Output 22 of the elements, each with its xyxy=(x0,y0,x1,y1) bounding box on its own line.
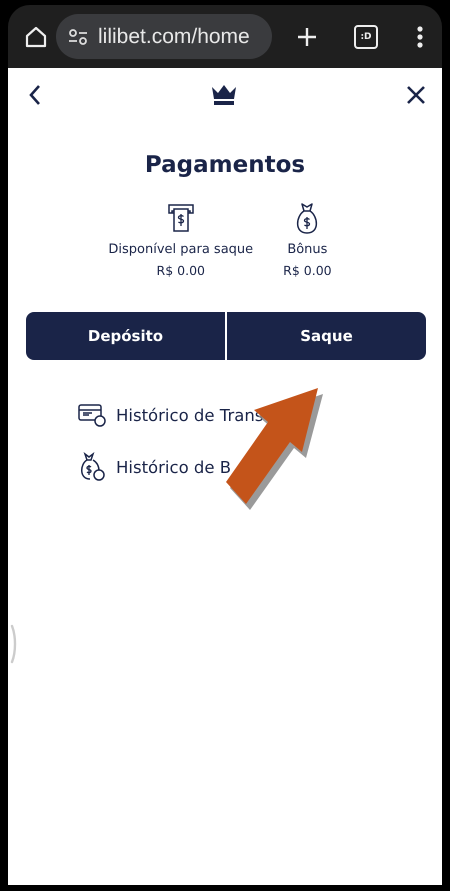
card-history-icon xyxy=(78,402,106,428)
page-title: Pagamentos xyxy=(144,152,306,178)
history-link[interactable]: Histórico de Trans xyxy=(116,406,264,424)
balance-label: Bônus xyxy=(287,242,328,257)
tab-switcher-button[interactable]: :D xyxy=(354,24,378,48)
crown-icon[interactable] xyxy=(211,84,237,106)
money-bag-icon xyxy=(78,452,106,482)
balance-amount: R$ 0.00 xyxy=(156,263,205,278)
payment-tab[interactable]: Depósito xyxy=(26,312,225,360)
balance-amount: R$ 0.00 xyxy=(283,263,332,278)
side-handle-icon[interactable] xyxy=(10,624,18,664)
site-settings-icon[interactable] xyxy=(68,28,88,46)
history-link[interactable]: Histórico de B xyxy=(116,458,232,476)
url-text: lilibet.com/home xyxy=(98,24,250,48)
home-icon[interactable] xyxy=(24,24,48,48)
close-icon[interactable] xyxy=(406,85,426,105)
balance-label: Disponível para saque xyxy=(108,242,254,257)
new-tab-icon[interactable] xyxy=(296,26,318,48)
address-bar[interactable]: lilibet.com/home xyxy=(56,14,272,59)
payment-tab[interactable]: Saque xyxy=(227,312,426,360)
back-icon[interactable] xyxy=(28,84,42,106)
menu-icon[interactable] xyxy=(416,24,424,48)
